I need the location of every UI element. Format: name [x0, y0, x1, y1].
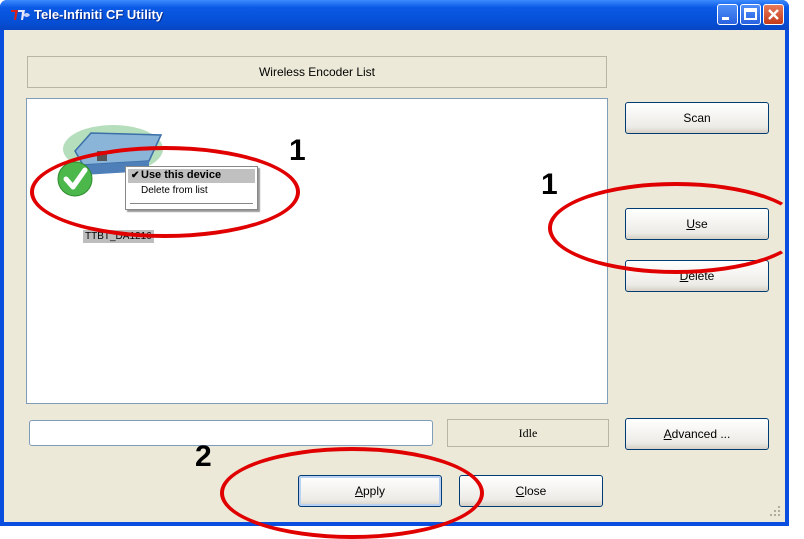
- scan-button[interactable]: Scan: [625, 102, 769, 134]
- use-button[interactable]: Use: [625, 208, 769, 240]
- delete-button-label: elete: [688, 269, 715, 283]
- maximize-icon: [744, 8, 757, 20]
- close-button[interactable]: Close: [459, 475, 603, 507]
- delete-button-mnemonic: D: [679, 269, 689, 283]
- apply-button-mnemonic: A: [354, 484, 363, 498]
- delete-button[interactable]: Delete: [625, 260, 769, 292]
- advanced-button[interactable]: Advanced ...: [625, 418, 769, 450]
- status-text: Idle: [518, 425, 538, 440]
- status-box: Idle: [447, 419, 609, 447]
- dialog-body: Wireless Encoder List TTBT_DA1216 ✔ Use …: [4, 30, 785, 522]
- advanced-button-mnemonic: A: [663, 427, 672, 441]
- advanced-button-label: dvanced ...: [671, 427, 731, 441]
- use-button-label: se: [694, 217, 708, 231]
- menu-item-use-this-device[interactable]: ✔ Use this device: [128, 169, 255, 183]
- list-header-label: Wireless Encoder List: [258, 65, 376, 79]
- use-button-mnemonic: U: [686, 217, 695, 231]
- minimize-icon: [722, 17, 729, 20]
- maximize-button[interactable]: [740, 4, 761, 25]
- close-icon: [768, 9, 779, 20]
- menu-item-label: Use this device: [141, 169, 222, 181]
- apply-button[interactable]: Apply: [298, 475, 442, 507]
- menu-separator: [130, 203, 253, 204]
- app-window: Tele-Infiniti CF Utility Wireless Encode…: [0, 0, 789, 526]
- minimize-button[interactable]: [717, 4, 738, 25]
- list-header: Wireless Encoder List: [27, 56, 607, 88]
- context-menu: ✔ Use this device Delete from list: [125, 166, 258, 210]
- app-logo-icon: [11, 10, 30, 20]
- encoder-list[interactable]: TTBT_DA1216 ✔ Use this device Delete fro…: [26, 98, 608, 404]
- close-button-mnemonic: C: [515, 484, 525, 498]
- close-window-button[interactable]: [763, 4, 784, 25]
- title-bar[interactable]: Tele-Infiniti CF Utility: [0, 0, 789, 30]
- checkmark-icon: ✔: [131, 170, 140, 181]
- menu-item-delete-from-list[interactable]: Delete from list: [141, 185, 208, 196]
- apply-button-label: pply: [363, 484, 386, 498]
- resize-grip-icon[interactable]: [768, 504, 782, 518]
- close-button-label: lose: [524, 484, 547, 498]
- device-label: TTBT_DA1216: [83, 230, 154, 243]
- window-title: Tele-Infiniti CF Utility: [34, 7, 164, 22]
- scan-button-label: Scan: [683, 111, 711, 125]
- progress-bar: [29, 420, 433, 446]
